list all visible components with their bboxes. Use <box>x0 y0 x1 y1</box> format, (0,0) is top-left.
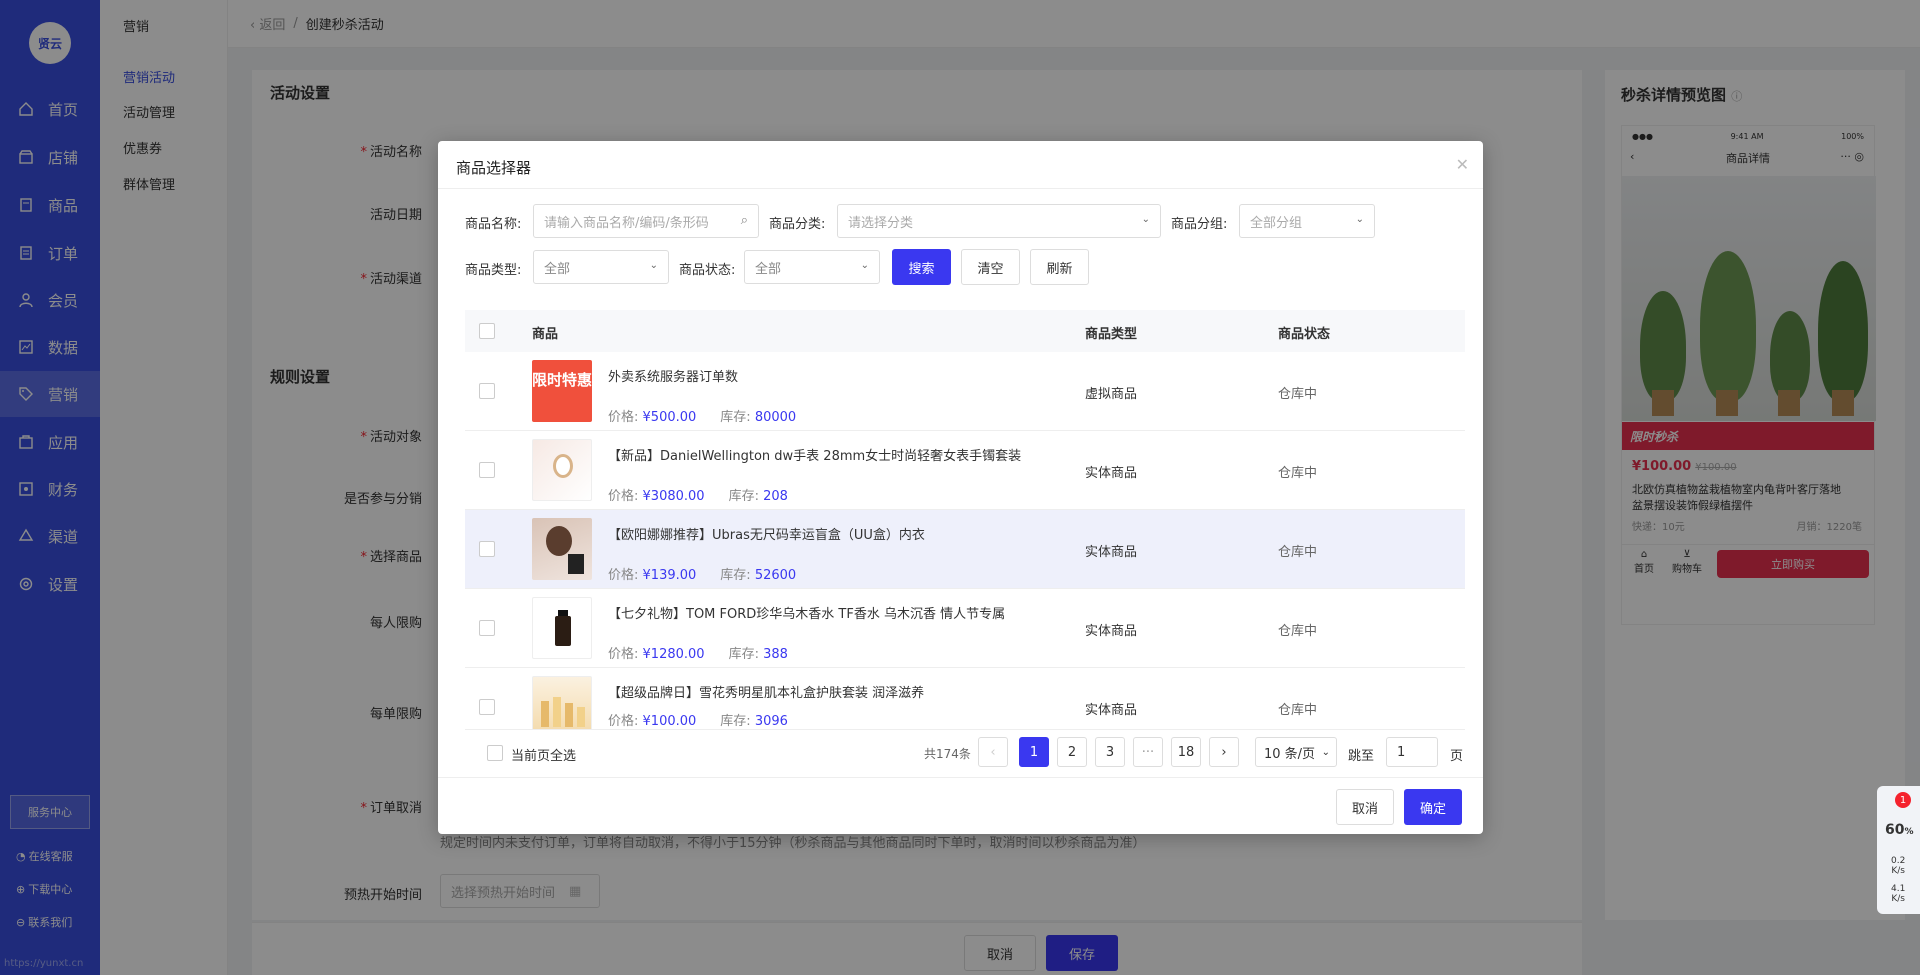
product-type: 虚拟商品 <box>1085 387 1138 402</box>
select-page-checkbox[interactable] <box>487 745 503 761</box>
page-size-select[interactable]: 10 条/页 ⌄ <box>1255 737 1337 767</box>
product-price-stock: 价格: ¥100.00 库存: 3096 <box>608 714 788 729</box>
select-page-label: 当前页全选 <box>511 749 577 764</box>
product-type: 实体商品 <box>1085 545 1138 560</box>
filter-group-label: 商品分组: <box>1171 217 1228 232</box>
row-checkbox[interactable] <box>479 699 495 715</box>
modal-title: 商品选择器 <box>456 159 532 177</box>
product-status: 仓库中 <box>1278 466 1318 481</box>
goto-page-input[interactable]: 1 <box>1386 737 1438 767</box>
product-selector-modal: 商品选择器 ✕ 商品名称: 请输入商品名称/编码/条形码 ⌕ 商品分类: 请选择分… <box>438 141 1483 834</box>
select-all-checkbox[interactable] <box>479 323 495 339</box>
category-select[interactable]: 请选择分类 ⌄ <box>837 204 1161 238</box>
chevron-down-icon: ⌄ <box>860 260 869 271</box>
row-checkbox[interactable] <box>479 462 495 478</box>
next-page-button[interactable]: › <box>1209 737 1239 767</box>
pagination-total: 共174条 <box>924 747 971 761</box>
table-row[interactable]: 【欧阳娜娜推荐】Ubras无尺码幸运盲盒（UU盒）内衣 价格: ¥139.00 库… <box>465 510 1465 589</box>
refresh-button[interactable]: 刷新 <box>1030 249 1089 285</box>
row-checkbox[interactable] <box>479 620 495 636</box>
product-price-stock: 价格: ¥139.00 库存: 52600 <box>608 568 797 583</box>
product-type: 实体商品 <box>1085 624 1138 639</box>
product-name-input[interactable]: 请输入商品名称/编码/条形码 ⌕ <box>533 204 759 238</box>
product-name: 【欧阳娜娜推荐】Ubras无尺码幸运盲盒（UU盒）内衣 <box>608 528 925 543</box>
table-row[interactable]: 限时特惠 外卖系统服务器订单数 价格: ¥500.00 库存: 80000 虚拟商… <box>465 352 1465 431</box>
chevron-down-icon: ⌄ <box>1321 746 1330 758</box>
column-header-status: 商品状态 <box>1278 327 1331 342</box>
modal-cancel-button[interactable]: 取消 <box>1336 789 1394 825</box>
divider <box>438 777 1483 778</box>
column-header-product: 商品 <box>532 327 559 342</box>
product-name: 【超级品牌日】雪花秀明星肌本礼盒护肤套装 润泽滋养 <box>608 686 925 701</box>
product-thumbnail <box>532 597 592 659</box>
row-checkbox[interactable] <box>479 541 495 557</box>
type-select[interactable]: 全部 ⌄ <box>533 250 669 284</box>
close-icon[interactable]: ✕ <box>1456 155 1469 174</box>
clear-button[interactable]: 清空 <box>961 249 1020 285</box>
filter-name-label: 商品名称: <box>465 217 522 232</box>
chevron-down-icon: ⌄ <box>1141 214 1150 225</box>
filter-type-label: 商品类型: <box>465 263 522 278</box>
product-status: 仓库中 <box>1278 545 1318 560</box>
divider <box>438 188 1483 189</box>
product-thumbnail <box>532 439 592 501</box>
table-row[interactable]: 【新品】DanielWellington dw手表 28mm女士时尚轻奢女表手镯… <box>465 431 1465 510</box>
product-name: 外卖系统服务器订单数 <box>608 370 739 385</box>
product-status: 仓库中 <box>1278 703 1318 718</box>
page-3-button[interactable]: 3 <box>1095 737 1125 767</box>
table-header: 商品 商品类型 商品状态 <box>465 310 1465 352</box>
group-select[interactable]: 全部分组 ⌄ <box>1239 204 1375 238</box>
product-price-stock: 价格: ¥3080.00 库存: 208 <box>608 489 788 504</box>
download-speed: 4.1 K/s <box>1891 884 1906 904</box>
cpu-usage: 60% <box>1885 822 1914 838</box>
upload-speed: 0.2 K/s <box>1891 856 1906 876</box>
product-type: 实体商品 <box>1085 703 1138 718</box>
filter-status-label: 商品状态: <box>679 263 736 278</box>
product-type: 实体商品 <box>1085 466 1138 481</box>
product-status: 仓库中 <box>1278 387 1318 402</box>
product-thumbnail <box>532 676 592 729</box>
status-select[interactable]: 全部 ⌄ <box>744 250 880 284</box>
page-ellipsis[interactable]: ··· <box>1133 737 1163 767</box>
product-status: 仓库中 <box>1278 624 1318 639</box>
page-2-button[interactable]: 2 <box>1057 737 1087 767</box>
product-price-stock: 价格: ¥500.00 库存: 80000 <box>608 410 797 425</box>
chevron-down-icon: ⌄ <box>649 260 658 271</box>
product-thumbnail <box>532 518 592 580</box>
product-thumbnail: 限时特惠 <box>532 360 592 422</box>
page-1-button[interactable]: 1 <box>1019 737 1049 767</box>
product-name: 【七夕礼物】TOM FORD珍华乌木香水 TF香水 乌木沉香 情人节专属 <box>608 607 1006 622</box>
search-button[interactable]: 搜索 <box>892 249 951 285</box>
table-row[interactable]: 【七夕礼物】TOM FORD珍华乌木香水 TF香水 乌木沉香 情人节专属 价格:… <box>465 589 1465 668</box>
goto-label: 跳至 <box>1348 749 1375 764</box>
network-monitor-widget[interactable]: 1 60% 0.2 K/s 4.1 K/s <box>1877 786 1920 914</box>
notification-badge: 1 <box>1895 792 1911 808</box>
prev-page-button[interactable]: ‹ <box>978 737 1008 767</box>
page-18-button[interactable]: 18 <box>1171 737 1201 767</box>
column-header-type: 商品类型 <box>1085 327 1138 342</box>
page-unit-label: 页 <box>1450 749 1464 764</box>
table-row[interactable]: 【超级品牌日】雪花秀明星肌本礼盒护肤套装 润泽滋养 价格: ¥100.00 库存:… <box>465 668 1465 730</box>
row-checkbox[interactable] <box>479 383 495 399</box>
product-name: 【新品】DanielWellington dw手表 28mm女士时尚轻奢女表手镯… <box>608 449 1022 464</box>
search-icon: ⌕ <box>740 213 748 228</box>
chevron-down-icon: ⌄ <box>1355 214 1364 225</box>
filter-category-label: 商品分类: <box>769 217 826 232</box>
product-price-stock: 价格: ¥1280.00 库存: 388 <box>608 647 788 662</box>
modal-confirm-button[interactable]: 确定 <box>1404 789 1462 825</box>
